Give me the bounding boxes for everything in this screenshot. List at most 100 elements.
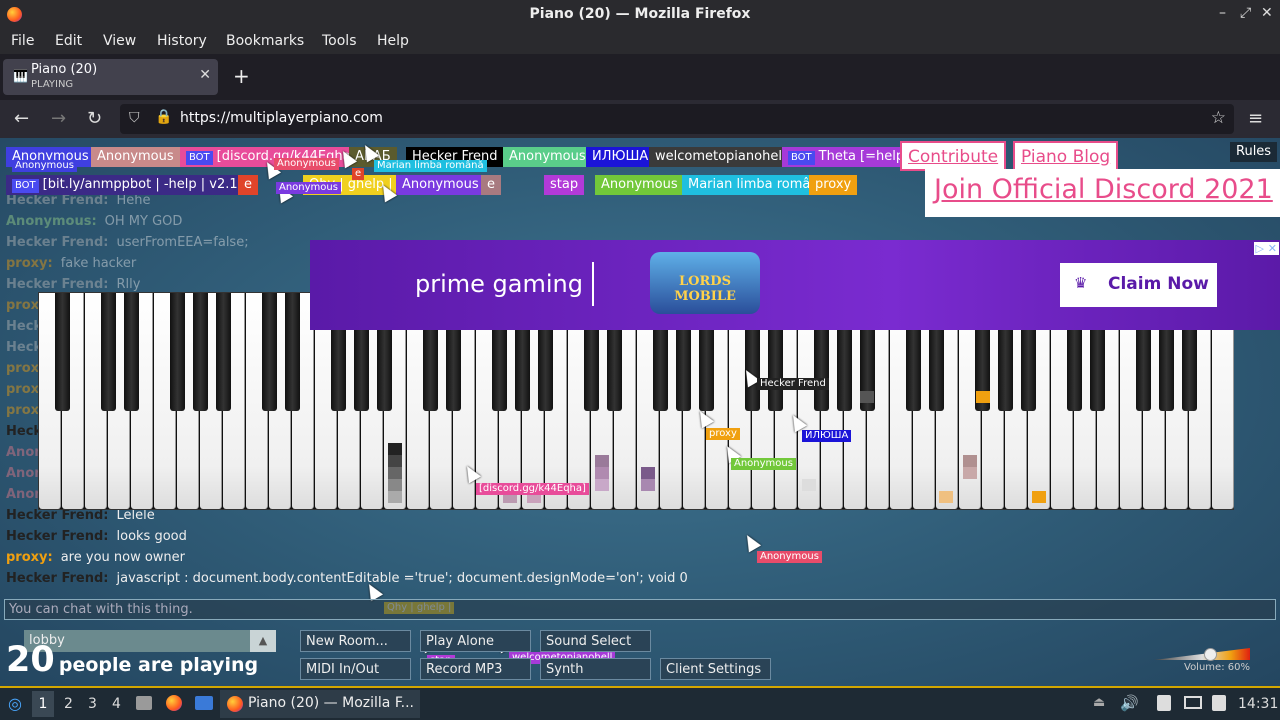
- user-pill[interactable]: Anonymous: [396, 175, 485, 195]
- url-text[interactable]: https://multiplayerpiano.com: [180, 110, 383, 126]
- user-name: proxy: [815, 177, 852, 192]
- lock-icon[interactable]: 🔒: [155, 109, 172, 125]
- user-pill[interactable]: stap: [544, 175, 585, 195]
- record-mp3-button[interactable]: Record MP3: [420, 658, 531, 680]
- chat-author: prox: [6, 403, 40, 418]
- firefox-launcher-icon[interactable]: [166, 695, 182, 711]
- user-name: e: [244, 177, 252, 192]
- user-pill[interactable]: ИЛЮША: [586, 147, 655, 167]
- cursor-name-tag: proxy: [706, 428, 740, 440]
- menu-tools[interactable]: Tools: [322, 33, 357, 49]
- user-pill[interactable]: e: [238, 175, 258, 195]
- black-key[interactable]: [262, 293, 277, 411]
- close-window-icon[interactable]: ✕: [1261, 5, 1273, 21]
- user-pill[interactable]: BOT [bit.ly/anmppbot | -help | v2.1]: [6, 175, 249, 195]
- app-menu-icon[interactable]: ≡: [1248, 108, 1263, 129]
- contribute-link[interactable]: Contribute: [900, 141, 1007, 171]
- played-note: [388, 443, 402, 455]
- discord-link[interactable]: Join Official Discord 2021: [925, 169, 1280, 217]
- cursor-name-tag: Anonymous: [276, 182, 341, 194]
- forward-icon[interactable]: →: [51, 108, 66, 129]
- notes-icon[interactable]: [1212, 695, 1226, 711]
- user-name: [bit.ly/anmppbot | -help | v2.1]: [42, 177, 243, 192]
- played-note: [963, 455, 977, 467]
- volume-knob[interactable]: [1204, 648, 1217, 661]
- clipboard-icon[interactable]: [1157, 695, 1171, 711]
- url-bar[interactable]: ⛉ 🔒 https://multiplayerpiano.com ☆: [120, 104, 1234, 134]
- volume-tray-icon[interactable]: 🔊: [1120, 694, 1139, 712]
- user-pill[interactable]: Anonymous: [91, 147, 180, 167]
- black-key[interactable]: [193, 293, 208, 411]
- user-pill[interactable]: e: [481, 175, 501, 195]
- play-alone-button[interactable]: Play Alone: [420, 630, 531, 652]
- menu-edit[interactable]: Edit: [55, 33, 82, 49]
- claim-now-label: Claim Now: [1108, 274, 1209, 294]
- workspace-4[interactable]: 4: [112, 696, 121, 712]
- file-manager-icon[interactable]: [136, 696, 152, 710]
- volume-slider[interactable]: [1150, 646, 1250, 662]
- reload-icon[interactable]: ↻: [87, 108, 102, 129]
- minimize-icon[interactable]: –: [1219, 5, 1226, 21]
- black-key[interactable]: [285, 293, 300, 411]
- bookmark-star-icon[interactable]: ☆: [1211, 108, 1226, 128]
- close-tab-icon[interactable]: ✕: [199, 67, 211, 83]
- terminal-icon[interactable]: [195, 696, 213, 710]
- played-note: [976, 391, 990, 403]
- tray-upload-icon[interactable]: ⏏: [1093, 695, 1105, 710]
- taskbar-firefox-window[interactable]: Piano (20) — Mozilla F...: [220, 690, 420, 718]
- synth-button[interactable]: Synth: [540, 658, 651, 680]
- chat-text: userFromEEA=false;: [116, 235, 249, 250]
- new-room-button[interactable]: New Room...: [300, 630, 411, 652]
- workspace-1[interactable]: 1: [32, 691, 54, 717]
- black-key[interactable]: [101, 293, 116, 411]
- start-menu-icon[interactable]: ◎: [8, 694, 22, 713]
- piano-blog-link[interactable]: Piano Blog: [1013, 141, 1119, 171]
- black-key[interactable]: [216, 293, 231, 411]
- menu-bookmarks[interactable]: Bookmarks: [226, 33, 304, 49]
- chat-author: Hecker Frend:: [6, 277, 109, 292]
- maximize-icon[interactable]: ⤢: [1240, 5, 1251, 21]
- back-icon[interactable]: ←: [14, 108, 29, 129]
- chat-text: javascript : document.body.contentEditab…: [116, 571, 688, 586]
- menu-file[interactable]: File: [11, 33, 34, 49]
- menu-history[interactable]: History: [157, 33, 207, 49]
- volume-label: Volume: 60%: [1184, 662, 1250, 673]
- user-pill[interactable]: Anonymous: [503, 147, 592, 167]
- prime-gaming-ad[interactable]: prime gaming LORDS MOBILE ♛ Claim Now ▷ …: [310, 240, 1280, 330]
- chat-input[interactable]: You can chat with this thing.: [4, 599, 1276, 620]
- user-name: e: [487, 177, 495, 192]
- window-titlebar: Piano (20) — Mozilla Firefox – ⤢ ✕: [0, 0, 1280, 30]
- workspace-2[interactable]: 2: [64, 696, 73, 712]
- black-key[interactable]: [55, 293, 70, 411]
- ad-divider: [592, 262, 594, 306]
- chat-author: Hecker Frend:: [6, 529, 109, 544]
- user-name: stap: [550, 177, 579, 192]
- chat-author: proxy:: [6, 256, 53, 271]
- shield-icon[interactable]: ⛉: [129, 110, 140, 126]
- claim-now-button[interactable]: ♛ Claim Now: [1060, 263, 1217, 307]
- black-key[interactable]: [170, 293, 185, 411]
- midi-button[interactable]: MIDI In/Out: [300, 658, 411, 680]
- client-settings-button[interactable]: Client Settings: [660, 658, 771, 680]
- workspace-3[interactable]: 3: [88, 696, 97, 712]
- user-pill[interactable]: welcometopianohell: [649, 147, 792, 167]
- rules-link[interactable]: Rules: [1230, 142, 1278, 162]
- new-tab-icon[interactable]: +: [233, 64, 250, 88]
- display-icon[interactable]: [1184, 696, 1202, 709]
- clock: 14:31: [1238, 696, 1279, 712]
- chat-author: Heck: [6, 424, 43, 439]
- user-pill[interactable]: Anonymous: [595, 175, 684, 195]
- close-ad-icon[interactable]: ✕: [1265, 242, 1279, 255]
- menu-view[interactable]: View: [103, 33, 136, 49]
- tab-piano[interactable]: 🎹 Piano (20) PLAYING ✕: [3, 59, 218, 95]
- black-key[interactable]: [124, 293, 139, 411]
- played-note: [388, 491, 402, 503]
- piano-page: Hecker Frend: Hehe Anonymous: OH MY GOD Heck…: [0, 138, 1280, 686]
- adchoices-icon[interactable]: ▷: [1253, 242, 1266, 255]
- menu-help[interactable]: Help: [377, 33, 409, 49]
- user-pill[interactable]: BOT Theta [=help]: [782, 147, 916, 167]
- ad-game-logo: LORDS MOBILE: [650, 252, 760, 314]
- played-note: [1032, 491, 1046, 503]
- user-pill[interactable]: proxy: [809, 175, 858, 195]
- sound-select-button[interactable]: Sound Select: [540, 630, 651, 652]
